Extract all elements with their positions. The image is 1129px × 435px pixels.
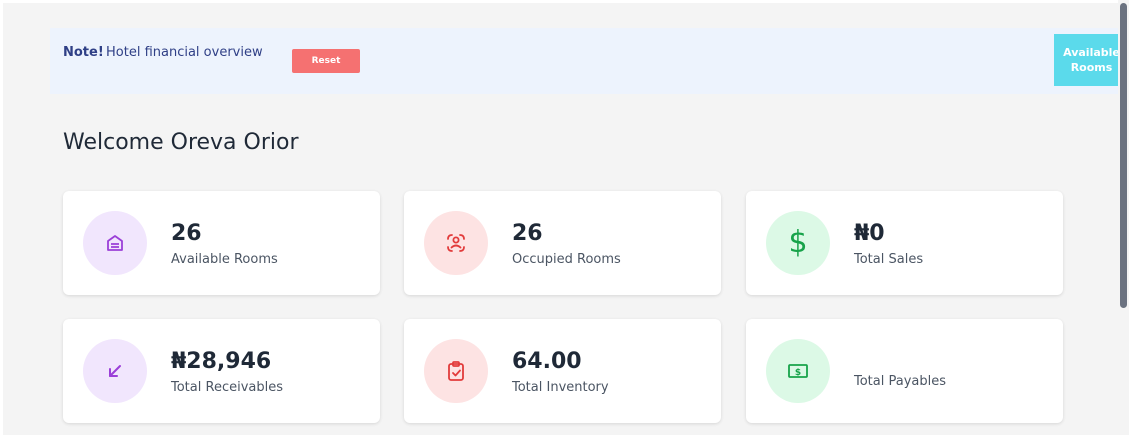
card-total-payables: $ Total Payables [746, 319, 1063, 423]
notice-text: Hotel financial overview [106, 45, 263, 60]
notice-banner [50, 28, 1118, 94]
svg-text:$: $ [795, 368, 801, 378]
banknote-icon: $ [766, 339, 830, 403]
app-frame: Note! Hotel financial overview Reset Ava… [0, 0, 1129, 435]
card-label: Total Inventory [512, 380, 609, 395]
scrollbar-thumb[interactable] [1120, 3, 1127, 308]
user-scan-icon [424, 211, 488, 275]
card-value: 64.00 [512, 349, 582, 374]
card-total-inventory: 64.00 Total Inventory [404, 319, 721, 423]
dollar-icon: $ [766, 211, 830, 275]
card-value: ₦0 [854, 221, 885, 246]
card-label: Total Payables [854, 374, 947, 389]
card-total-sales: $ ₦0 Total Sales [746, 191, 1063, 295]
card-label: Occupied Rooms [512, 252, 621, 267]
building-icon [83, 211, 147, 275]
card-value: 26 [512, 221, 543, 246]
card-occupied-rooms: 26 Occupied Rooms [404, 191, 721, 295]
notice-strong: Note! [63, 45, 104, 60]
card-total-receivables: ₦28,946 Total Receivables [63, 319, 380, 423]
clipboard-check-icon [424, 339, 488, 403]
card-label: Total Sales [854, 252, 924, 267]
card-label: Available Rooms [171, 252, 278, 267]
card-available-rooms: 26 Available Rooms [63, 191, 380, 295]
arrow-down-left-icon [83, 339, 147, 403]
card-value: ₦28,946 [171, 349, 272, 374]
card-label: Total Receivables [171, 380, 283, 395]
card-value: 26 [171, 221, 202, 246]
reset-button[interactable]: Reset [292, 49, 360, 73]
page-title: Welcome Oreva Orior [63, 130, 299, 155]
